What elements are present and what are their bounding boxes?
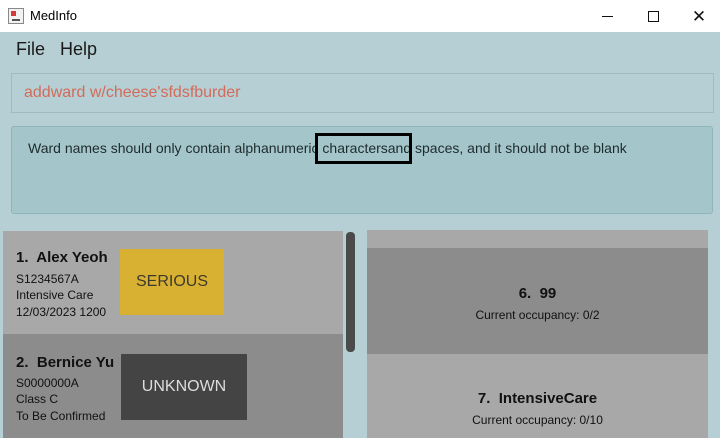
command-input[interactable]: addward w/cheese'sfdsfburder	[11, 73, 714, 113]
menu-file[interactable]: File	[16, 39, 45, 60]
patient-nric: S0000000A	[16, 376, 79, 390]
ward-card-partial[interactable]	[367, 230, 708, 248]
patient-discharge-date: 12/03/2023 1200	[16, 305, 107, 319]
status-badge: SERIOUS	[120, 249, 224, 315]
patient-ward: Class C	[16, 392, 59, 406]
window-title: MedInfo	[30, 8, 77, 23]
ward-card[interactable]: 6. 99 Current occupancy: 0/2	[367, 248, 708, 354]
highlight-box	[315, 133, 412, 164]
ward-name: 7. IntensiveCare	[477, 390, 598, 407]
patient-discharge-date: To Be Confirmed	[16, 409, 106, 423]
maximize-icon	[647, 10, 659, 22]
patient-card[interactable]: 2. Bernice Yu S0000000A Class C To Be Co…	[3, 334, 343, 438]
patient-ward: Intensive Care	[16, 288, 94, 302]
ward-card[interactable]: 7. IntensiveCare Current occupancy: 0/10	[367, 354, 708, 438]
patient-list-scrollbar[interactable]	[346, 232, 355, 352]
title-bar: MedInfo ✕	[0, 0, 720, 32]
ward-name: 6. 99	[518, 285, 557, 302]
minimize-button[interactable]	[584, 0, 630, 32]
command-input-text: addward w/cheese'sfdsfburder	[24, 84, 241, 101]
medinfo-app-icon	[8, 8, 24, 24]
close-button[interactable]: ✕	[676, 0, 720, 32]
ward-occupancy: Current occupancy: 0/2	[475, 308, 600, 322]
patient-card[interactable]: 1. Alex Yeoh S1234567A Intensive Care 12…	[3, 231, 343, 334]
patient-name: 1. Alex Yeoh	[16, 249, 108, 266]
menu-help[interactable]: Help	[60, 39, 97, 60]
minimize-icon	[601, 15, 613, 17]
menu-bar: File Help	[0, 32, 720, 66]
ward-occupancy: Current occupancy: 0/10	[472, 413, 603, 427]
close-icon: ✕	[691, 6, 707, 26]
patient-name: 2. Bernice Yu	[16, 354, 115, 371]
patient-nric: S1234567A	[16, 272, 79, 286]
maximize-button[interactable]	[630, 0, 676, 32]
status-badge: UNKNOWN	[121, 354, 247, 420]
